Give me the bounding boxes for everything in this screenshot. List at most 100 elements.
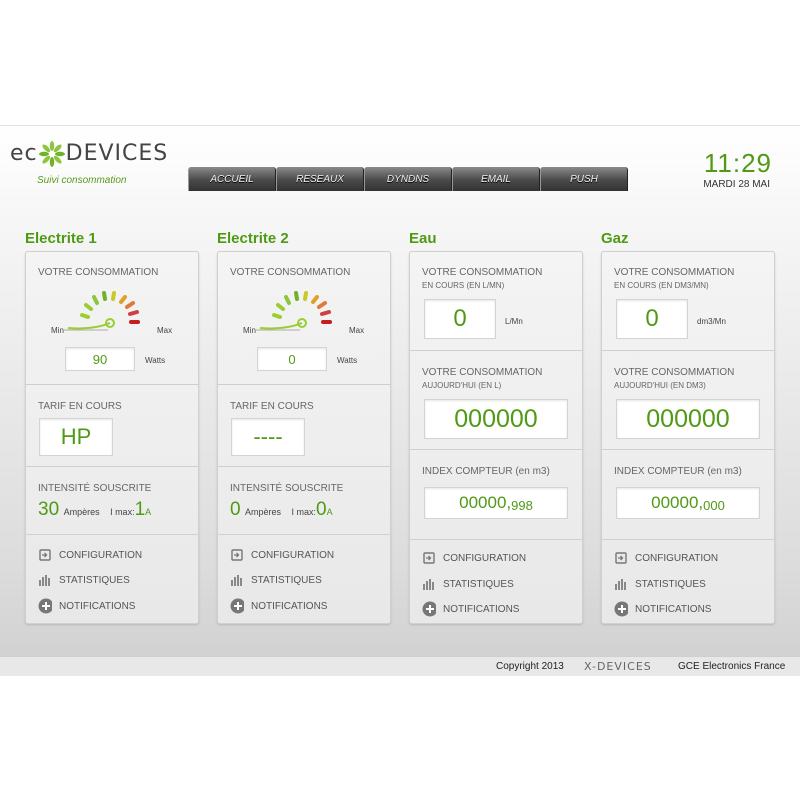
app-window: ec DEVICES Suivi consommation ACCUEIL RE… [0,125,800,676]
electrite2-configuration-link[interactable]: CONFIGURATION [230,547,334,563]
bar-chart-icon [614,577,628,591]
flower-icon [38,138,65,168]
imax-value: 1 [134,499,146,520]
logo-text-right: DEVICES [65,140,169,166]
tab-accueil[interactable]: ACCUEIL [188,167,276,191]
gaz-index-integer: 00000, [651,493,704,512]
eau-index-integer: 00000, [459,493,512,512]
gaz-today-sublabel: AUJOURD'HUI (EN DM3) [614,381,706,390]
statistiques-label: STATISTIQUES [251,574,322,586]
tab-dyndns[interactable]: DYNDNS [364,167,452,191]
tab-push[interactable]: PUSH [540,167,628,191]
electrite2-title: Electrite 2 [217,230,289,247]
imax-label: I max: [110,507,135,517]
configuration-label: CONFIGURATION [251,549,335,561]
imax-label: I max: [291,507,317,517]
gaz-index-decimal: 000 [703,497,725,513]
bar-chart-icon [230,573,244,587]
plus-circle-icon [614,601,628,617]
notifications-label: NOTIFICATIONS [635,603,712,615]
intensity-value: 0 [230,499,241,520]
electrite1-consumption-section: VOTRE CONSOMMATION Min Max 90 Watts [26,252,198,385]
gaz-today-value: 000000 [616,399,760,439]
intensity-value: 30 [38,499,60,520]
intensity-unit: Ampères [245,507,282,517]
electrite2-intensity: 0 Ampères I max:0A [230,499,333,521]
tab-reseaux[interactable]: RESEAUX [276,167,364,191]
statistiques-label: STATISTIQUES [59,574,130,586]
footer-brand-logo: X-DEVICES [584,660,652,673]
eau-current-value: 0 [424,299,496,339]
electrite2-statistiques-link[interactable]: STATISTIQUES [230,572,322,588]
bar-chart-icon [38,573,52,587]
tab-email[interactable]: EMAIL [452,167,540,191]
electrite1-conso-label: VOTRE CONSOMMATION [38,267,159,278]
eau-statistiques-link[interactable]: STATISTIQUES [422,576,514,592]
gaz-current-value: 0 [616,299,688,339]
electrite1-statistiques-link[interactable]: STATISTIQUES [38,572,130,588]
electrite2-notifications-link[interactable]: NOTIFICATIONS [230,598,327,614]
gauge-max-label: Max [157,326,173,335]
electrite2-tarif-value: ---- [231,418,305,456]
electrite1-tarif-section: TARIF EN COURS HP [26,385,198,467]
configuration-label: CONFIGURATION [443,552,527,564]
gaz-today-label: VOTRE CONSOMMATION [614,367,735,378]
intensity-unit: Ampères [63,507,100,517]
electrite1-tarif-label: TARIF EN COURS [38,401,122,412]
eau-index-label: INDEX COMPTEUR (en m3) [422,466,550,477]
gaz-today-section: VOTRE CONSOMMATION AUJOURD'HUI (EN DM3) … [602,351,774,450]
eau-today-label: VOTRE CONSOMMATION [422,367,543,378]
gauge-min-label: Min [51,326,64,335]
eau-notifications-link[interactable]: NOTIFICATIONS [422,601,519,617]
footer: Copyright 2013 X-DEVICES GCE Electronics… [0,656,800,676]
footer-copyright: Copyright 2013 [496,661,564,672]
eau-title: Eau [409,230,437,247]
gaz-statistiques-link[interactable]: STATISTIQUES [614,576,706,592]
electrite2-conso-label: VOTRE CONSOMMATION [230,267,351,278]
configuration-icon [230,548,244,562]
main-nav: ACCUEIL RESEAUX DYNDNS EMAIL PUSH [188,167,628,191]
gaz-current-unit: dm3/Mn [697,317,726,326]
eau-conso-sublabel: EN COURS (EN L/MN) [422,281,505,290]
electrite1-intensity: 30 Ampères I max:1A [38,499,151,521]
statistiques-label: STATISTIQUES [635,578,706,590]
gauge-max-label: Max [349,326,365,335]
notifications-label: NOTIFICATIONS [251,600,328,612]
gaz-index-value: 00000, 000 [616,487,760,519]
gaz-notifications-link[interactable]: NOTIFICATIONS [614,601,711,617]
gaz-title: Gaz [601,230,629,247]
electrite1-intensity-label: INTENSITÉ SOUSCRITE [38,483,152,494]
eau-conso-label: VOTRE CONSOMMATION [422,267,543,278]
imax-unit: A [326,507,333,517]
electrite2-tarif-label: TARIF EN COURS [230,401,314,412]
eau-index-section: INDEX COMPTEUR (en m3) 00000, 998 [410,450,582,540]
eau-today-sublabel: AUJOURD'HUI (EN L) [422,381,502,390]
gaz-conso-label: VOTRE CONSOMMATION [614,267,735,278]
electrite1-notifications-link[interactable]: NOTIFICATIONS [38,598,135,614]
eau-current-section: VOTRE CONSOMMATION EN COURS (EN L/MN) 0 … [410,252,582,351]
eau-today-value: 000000 [424,399,568,439]
electrite1-card: VOTRE CONSOMMATION Min Max 90 Watts TARI… [25,251,199,624]
configuration-icon [422,551,436,565]
electrite2-intensity-label: INTENSITÉ SOUSCRITE [230,483,344,494]
gaz-index-section: INDEX COMPTEUR (en m3) 00000, 000 [602,450,774,540]
configuration-icon [38,548,52,562]
eau-index-decimal: 998 [511,497,533,513]
gaz-index-label: INDEX COMPTEUR (en m3) [614,466,742,477]
eau-configuration-link[interactable]: CONFIGURATION [422,550,526,566]
electrite1-tarif-value: HP [39,418,113,456]
electrite1-title: Electrite 1 [25,230,97,247]
electrite1-configuration-link[interactable]: CONFIGURATION [38,547,142,563]
imax-unit: A [145,507,152,517]
configuration-label: CONFIGURATION [59,549,143,561]
bar-chart-icon [422,577,436,591]
gaz-configuration-link[interactable]: CONFIGURATION [614,550,718,566]
footer-company: GCE Electronics France [678,661,786,672]
notifications-label: NOTIFICATIONS [443,603,520,615]
electrite1-intensity-section: INTENSITÉ SOUSCRITE 30 Ampères I max:1A [26,467,198,535]
gaz-current-section: VOTRE CONSOMMATION EN COURS (EN DM3/MN) … [602,252,774,351]
eau-current-unit: L/Mn [505,317,523,326]
plus-circle-icon [230,598,244,614]
gauge-min-label: Min [243,326,256,335]
statistiques-label: STATISTIQUES [443,578,514,590]
